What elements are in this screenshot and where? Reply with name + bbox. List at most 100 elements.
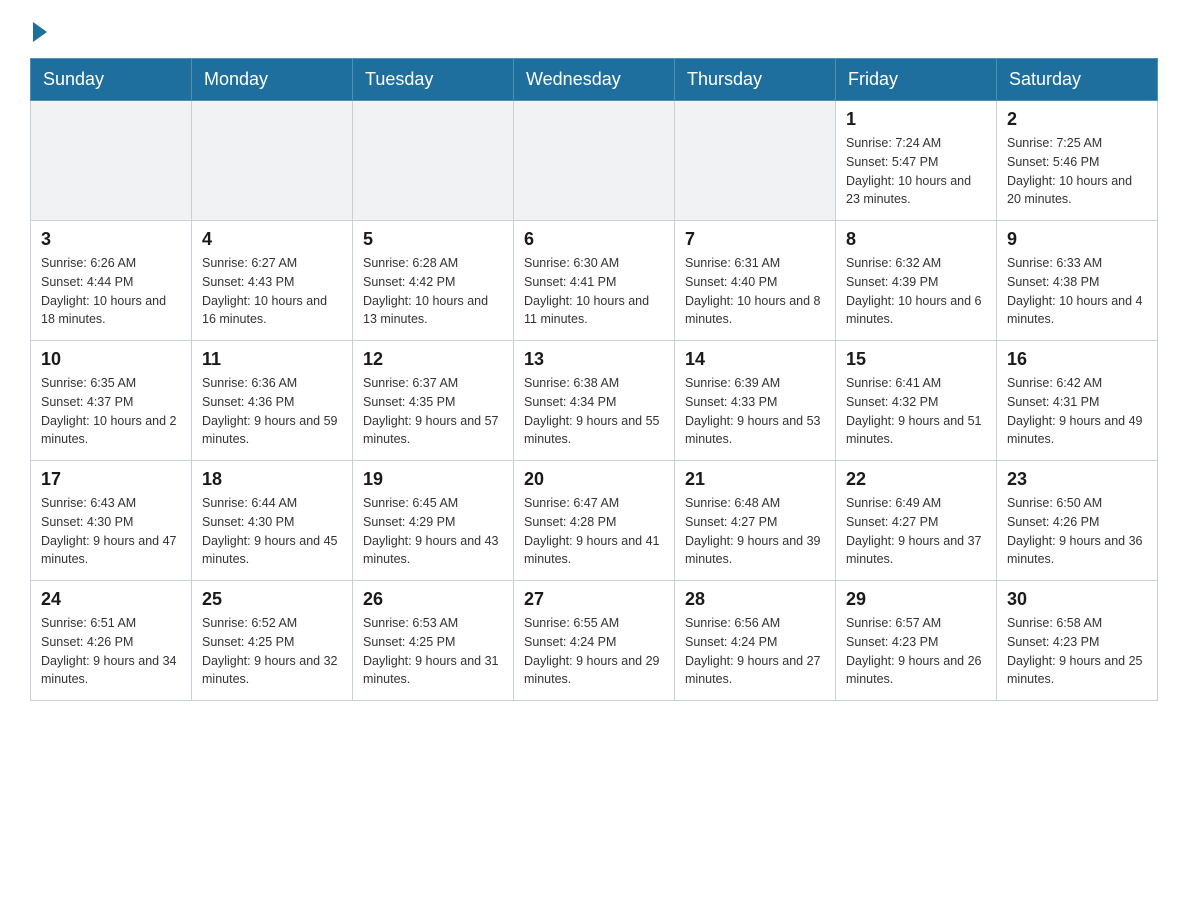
calendar-week-0: 1 Sunrise: 7:24 AM Sunset: 5:47 PM Daylig… [31, 101, 1158, 221]
day-number: 7 [685, 229, 825, 250]
calendar-cell: 24 Sunrise: 6:51 AM Sunset: 4:26 PM Dayli… [31, 581, 192, 701]
calendar-cell: 5Sunrise: 6:28 AM Sunset: 4:42 PM Daylig… [353, 221, 514, 341]
logo [30, 20, 47, 38]
day-number: 26 [363, 589, 503, 610]
day-info: Sunrise: 6:49 AM Sunset: 4:27 PM Dayligh… [846, 494, 986, 569]
day-info: Sunrise: 6:36 AM Sunset: 4:36 PM Dayligh… [202, 374, 342, 449]
day-number: 17 [41, 469, 181, 490]
day-info: Sunrise: 6:48 AM Sunset: 4:27 PM Dayligh… [685, 494, 825, 569]
day-info: Sunrise: 6:56 AM Sunset: 4:24 PM Dayligh… [685, 614, 825, 689]
calendar-cell: 23 Sunrise: 6:50 AM Sunset: 4:26 PM Dayli… [997, 461, 1158, 581]
calendar-week-4: 24 Sunrise: 6:51 AM Sunset: 4:26 PM Dayli… [31, 581, 1158, 701]
calendar-cell: 18 Sunrise: 6:44 AM Sunset: 4:30 PM Dayli… [192, 461, 353, 581]
day-info: Sunrise: 6:31 AM Sunset: 4:40 PM Dayligh… [685, 254, 825, 329]
calendar-cell: 1 Sunrise: 7:24 AM Sunset: 5:47 PM Daylig… [836, 101, 997, 221]
day-info: Sunrise: 6:58 AM Sunset: 4:23 PM Dayligh… [1007, 614, 1147, 689]
day-info: Sunrise: 6:27 AM Sunset: 4:43 PM Dayligh… [202, 254, 342, 329]
calendar-cell: 14Sunrise: 6:39 AM Sunset: 4:33 PM Dayli… [675, 341, 836, 461]
day-number: 4 [202, 229, 342, 250]
day-number: 13 [524, 349, 664, 370]
calendar-cell [514, 101, 675, 221]
day-info: Sunrise: 6:52 AM Sunset: 4:25 PM Dayligh… [202, 614, 342, 689]
day-info: Sunrise: 6:42 AM Sunset: 4:31 PM Dayligh… [1007, 374, 1147, 449]
calendar-cell: 26 Sunrise: 6:53 AM Sunset: 4:25 PM Dayli… [353, 581, 514, 701]
day-number: 21 [685, 469, 825, 490]
day-number: 19 [363, 469, 503, 490]
weekday-header-sunday: Sunday [31, 59, 192, 101]
calendar-cell: 22 Sunrise: 6:49 AM Sunset: 4:27 PM Dayli… [836, 461, 997, 581]
calendar-cell: 4 Sunrise: 6:27 AM Sunset: 4:43 PM Daylig… [192, 221, 353, 341]
weekday-header-monday: Monday [192, 59, 353, 101]
day-info: Sunrise: 6:43 AM Sunset: 4:30 PM Dayligh… [41, 494, 181, 569]
calendar-cell: 19 Sunrise: 6:45 AM Sunset: 4:29 PM Dayli… [353, 461, 514, 581]
day-number: 2 [1007, 109, 1147, 130]
day-info: Sunrise: 6:30 AM Sunset: 4:41 PM Dayligh… [524, 254, 664, 329]
day-number: 16 [1007, 349, 1147, 370]
calendar-week-1: 3 Sunrise: 6:26 AM Sunset: 4:44 PM Daylig… [31, 221, 1158, 341]
day-info: Sunrise: 6:47 AM Sunset: 4:28 PM Dayligh… [524, 494, 664, 569]
calendar-cell: 8Sunrise: 6:32 AM Sunset: 4:39 PM Daylig… [836, 221, 997, 341]
calendar-cell [31, 101, 192, 221]
day-number: 10 [41, 349, 181, 370]
day-info: Sunrise: 6:39 AM Sunset: 4:33 PM Dayligh… [685, 374, 825, 449]
calendar-cell: 6 Sunrise: 6:30 AM Sunset: 4:41 PM Daylig… [514, 221, 675, 341]
calendar-cell: 28 Sunrise: 6:56 AM Sunset: 4:24 PM Dayli… [675, 581, 836, 701]
calendar-header: SundayMondayTuesdayWednesdayThursdayFrid… [31, 59, 1158, 101]
day-info: Sunrise: 6:38 AM Sunset: 4:34 PM Dayligh… [524, 374, 664, 449]
day-number: 11 [202, 349, 342, 370]
calendar-cell: 16 Sunrise: 6:42 AM Sunset: 4:31 PM Dayli… [997, 341, 1158, 461]
calendar-body: 1 Sunrise: 7:24 AM Sunset: 5:47 PM Daylig… [31, 101, 1158, 701]
day-info: Sunrise: 6:50 AM Sunset: 4:26 PM Dayligh… [1007, 494, 1147, 569]
calendar-cell [192, 101, 353, 221]
day-number: 24 [41, 589, 181, 610]
day-info: Sunrise: 6:57 AM Sunset: 4:23 PM Dayligh… [846, 614, 986, 689]
day-number: 3 [41, 229, 181, 250]
weekday-header-row: SundayMondayTuesdayWednesdayThursdayFrid… [31, 59, 1158, 101]
day-info: Sunrise: 6:53 AM Sunset: 4:25 PM Dayligh… [363, 614, 503, 689]
day-number: 6 [524, 229, 664, 250]
day-number: 29 [846, 589, 986, 610]
day-number: 15 [846, 349, 986, 370]
day-info: Sunrise: 6:51 AM Sunset: 4:26 PM Dayligh… [41, 614, 181, 689]
day-info: Sunrise: 6:44 AM Sunset: 4:30 PM Dayligh… [202, 494, 342, 569]
day-number: 23 [1007, 469, 1147, 490]
calendar-cell: 12 Sunrise: 6:37 AM Sunset: 4:35 PM Dayli… [353, 341, 514, 461]
day-number: 18 [202, 469, 342, 490]
day-number: 1 [846, 109, 986, 130]
day-info: Sunrise: 7:25 AM Sunset: 5:46 PM Dayligh… [1007, 134, 1147, 209]
day-info: Sunrise: 6:35 AM Sunset: 4:37 PM Dayligh… [41, 374, 181, 449]
day-number: 12 [363, 349, 503, 370]
calendar-week-2: 10 Sunrise: 6:35 AM Sunset: 4:37 PM Dayli… [31, 341, 1158, 461]
calendar-table: SundayMondayTuesdayWednesdayThursdayFrid… [30, 58, 1158, 701]
calendar-week-3: 17 Sunrise: 6:43 AM Sunset: 4:30 PM Dayli… [31, 461, 1158, 581]
calendar-cell: 3 Sunrise: 6:26 AM Sunset: 4:44 PM Daylig… [31, 221, 192, 341]
calendar-cell: 10 Sunrise: 6:35 AM Sunset: 4:37 PM Dayli… [31, 341, 192, 461]
calendar-cell [353, 101, 514, 221]
day-number: 28 [685, 589, 825, 610]
weekday-header-tuesday: Tuesday [353, 59, 514, 101]
day-info: Sunrise: 6:32 AM Sunset: 4:39 PM Dayligh… [846, 254, 986, 329]
day-info: Sunrise: 6:33 AM Sunset: 4:38 PM Dayligh… [1007, 254, 1147, 329]
calendar-cell: 13 Sunrise: 6:38 AM Sunset: 4:34 PM Dayli… [514, 341, 675, 461]
day-number: 27 [524, 589, 664, 610]
day-info: Sunrise: 6:28 AM Sunset: 4:42 PM Dayligh… [363, 254, 503, 329]
weekday-header-wednesday: Wednesday [514, 59, 675, 101]
calendar-cell: 11 Sunrise: 6:36 AM Sunset: 4:36 PM Dayli… [192, 341, 353, 461]
calendar-cell: 17 Sunrise: 6:43 AM Sunset: 4:30 PM Dayli… [31, 461, 192, 581]
day-number: 22 [846, 469, 986, 490]
day-info: Sunrise: 6:55 AM Sunset: 4:24 PM Dayligh… [524, 614, 664, 689]
day-info: Sunrise: 6:37 AM Sunset: 4:35 PM Dayligh… [363, 374, 503, 449]
calendar-cell: 9 Sunrise: 6:33 AM Sunset: 4:38 PM Daylig… [997, 221, 1158, 341]
day-number: 25 [202, 589, 342, 610]
day-number: 9 [1007, 229, 1147, 250]
weekday-header-thursday: Thursday [675, 59, 836, 101]
day-number: 30 [1007, 589, 1147, 610]
calendar-cell: 25 Sunrise: 6:52 AM Sunset: 4:25 PM Dayli… [192, 581, 353, 701]
page-header [30, 20, 1158, 38]
day-info: Sunrise: 6:45 AM Sunset: 4:29 PM Dayligh… [363, 494, 503, 569]
day-info: Sunrise: 6:26 AM Sunset: 4:44 PM Dayligh… [41, 254, 181, 329]
day-info: Sunrise: 7:24 AM Sunset: 5:47 PM Dayligh… [846, 134, 986, 209]
day-info: Sunrise: 6:41 AM Sunset: 4:32 PM Dayligh… [846, 374, 986, 449]
calendar-cell: 27 Sunrise: 6:55 AM Sunset: 4:24 PM Dayli… [514, 581, 675, 701]
calendar-cell: 20Sunrise: 6:47 AM Sunset: 4:28 PM Dayli… [514, 461, 675, 581]
